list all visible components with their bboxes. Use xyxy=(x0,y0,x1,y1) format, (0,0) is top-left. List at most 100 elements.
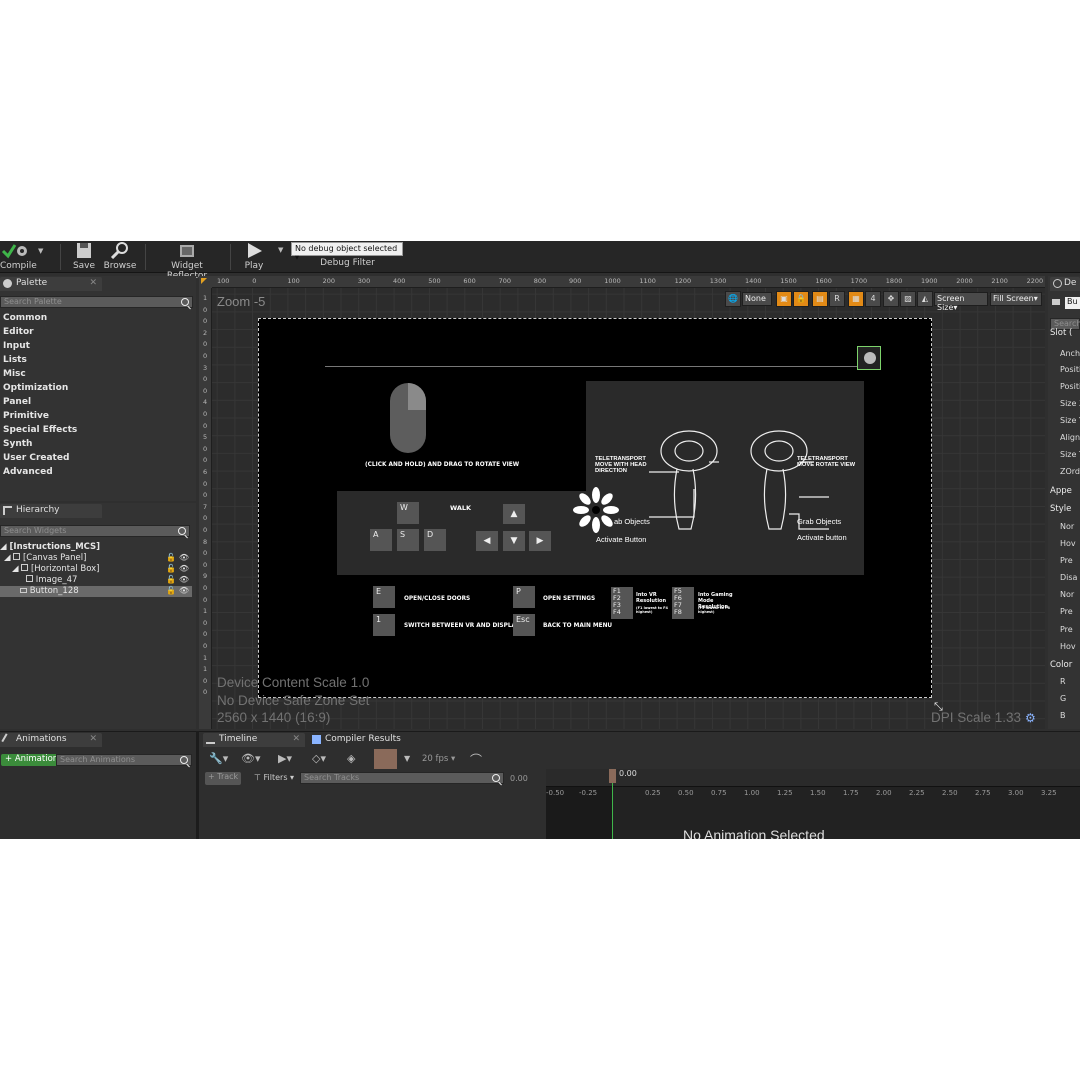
lock-eye-icons[interactable]: 🔓 👁 xyxy=(166,586,189,595)
close-icon[interactable]: ✕ xyxy=(292,734,300,744)
close-icon[interactable]: ✕ xyxy=(89,734,97,744)
details-property-row[interactable]: Nor xyxy=(1060,522,1074,531)
filters-button[interactable]: ⊤ Filters ▾ xyxy=(254,773,294,782)
splitter[interactable] xyxy=(196,731,199,839)
play-dropdown-icon[interactable]: ▼ xyxy=(278,246,283,254)
chevron-down-icon[interactable]: ▼ xyxy=(404,754,410,763)
browse-button[interactable]: Browse xyxy=(103,241,137,273)
chevron-down-icon: ▾ xyxy=(295,253,300,262)
details-property-row[interactable]: Size X xyxy=(1060,399,1080,408)
respect-locks-button[interactable]: R xyxy=(829,291,845,307)
lock-eye-icons[interactable]: 🔓 👁 xyxy=(166,575,189,584)
fps-select[interactable]: 20 fps ▾ xyxy=(422,754,455,764)
details-property-row[interactable]: Positi xyxy=(1060,365,1080,374)
compile-button[interactable]: Compile xyxy=(0,241,37,273)
palette-item-special-effects[interactable]: Special Effects xyxy=(3,425,77,435)
save-button[interactable]: Save xyxy=(70,241,98,273)
palette-item-common[interactable]: Common xyxy=(3,313,47,323)
details-property-row[interactable]: Ancho xyxy=(1060,349,1080,358)
tree-item-root[interactable]: ◢ [Instructions_MCS] xyxy=(0,542,192,553)
dpi-settings-gear-icon[interactable]: ⚙ xyxy=(1025,711,1036,725)
tab-details[interactable]: De xyxy=(1050,277,1080,291)
grid-size-button[interactable]: 4 xyxy=(865,291,881,307)
hierarchy-search-input[interactable]: Search Widgets xyxy=(0,525,190,537)
palette-item-optimization[interactable]: Optimization xyxy=(3,383,68,393)
details-property-row[interactable]: R xyxy=(1060,677,1066,686)
eye-icon[interactable]: 👁▾ xyxy=(241,752,261,765)
details-section-header[interactable]: Color xyxy=(1050,660,1072,670)
palette-item-editor[interactable]: Editor xyxy=(3,327,34,337)
grid-toggle-icon[interactable]: ▦ xyxy=(848,291,864,307)
details-property-row[interactable]: Size T xyxy=(1060,450,1080,459)
tab-timeline[interactable]: Timeline ✕ xyxy=(203,733,305,747)
play-button[interactable]: Play xyxy=(238,241,270,273)
globe-icon[interactable]: 🌐 xyxy=(725,291,741,307)
add-track-button[interactable]: + Track xyxy=(205,772,242,785)
lock-icon[interactable]: 🔒 xyxy=(793,291,809,307)
outline-icon[interactable]: ▤ xyxy=(812,291,828,307)
curve-editor-icon[interactable]: ⌒ xyxy=(470,751,482,768)
resize-handle-icon[interactable]: ⤡ xyxy=(934,700,943,714)
tree-item-canvas-panel[interactable]: ◢ [Canvas Panel] 🔓 👁 xyxy=(0,553,192,564)
move-icon[interactable]: ✥ xyxy=(883,291,899,307)
tab-palette[interactable]: Palette ✕ xyxy=(0,277,102,291)
tab-hierarchy[interactable]: Hierarchy xyxy=(0,504,102,518)
details-property-row[interactable]: Pre xyxy=(1060,625,1073,634)
tree-item-image[interactable]: Image_47 🔓 👁 xyxy=(0,575,192,586)
details-section-header[interactable]: Slot ( xyxy=(1050,328,1072,338)
animations-search-input[interactable]: Search Animations xyxy=(56,754,192,766)
palette-item-misc[interactable]: Misc xyxy=(3,369,26,379)
details-property-row[interactable]: Size Y xyxy=(1060,416,1080,425)
details-property-row[interactable]: Nor xyxy=(1060,590,1074,599)
widget-reflector-button[interactable]: Widget Reflector xyxy=(152,241,222,281)
snap-toggle-icon[interactable]: ▣ xyxy=(776,291,792,307)
details-property-row[interactable]: Positi xyxy=(1060,382,1080,391)
details-property-row[interactable]: Pre xyxy=(1060,556,1073,565)
close-icon[interactable]: ✕ xyxy=(89,278,97,288)
palette-item-advanced[interactable]: Advanced xyxy=(3,467,53,477)
details-section-header[interactable]: Style xyxy=(1050,504,1071,514)
selected-button-widget[interactable] xyxy=(857,346,881,370)
lock-eye-icons[interactable]: 🔓 👁 xyxy=(166,553,189,562)
key-icon[interactable]: ◇▾ xyxy=(312,752,326,765)
compile-dropdown-icon[interactable]: ▼ xyxy=(38,247,43,255)
widget-name-input[interactable]: Bu xyxy=(1065,297,1080,309)
search-tracks-input[interactable]: Search Tracks xyxy=(300,772,504,784)
play-options-icon[interactable]: ▶▾ xyxy=(278,752,292,765)
details-property-row[interactable]: Hov xyxy=(1060,539,1076,548)
palette-search-input[interactable]: Search Palette xyxy=(0,296,193,308)
details-property-row[interactable]: B xyxy=(1060,711,1066,720)
tree-item-button-selected[interactable]: Button_128 🔓 👁 xyxy=(0,586,192,597)
details-property-row[interactable]: Disa xyxy=(1060,573,1077,582)
image-preview-icon[interactable]: ▨ xyxy=(900,291,916,307)
details-property-row[interactable]: G xyxy=(1060,694,1066,703)
palette-item-lists[interactable]: Lists xyxy=(3,355,27,365)
palette-item-input[interactable]: Input xyxy=(3,341,30,351)
widget-canvas[interactable]: (CLICK AND HOLD) AND DRAG TO ROTATE VIEW… xyxy=(258,318,932,698)
tab-animations[interactable]: Animations ✕ xyxy=(0,733,102,747)
tab-compiler-results[interactable]: Compiler Results xyxy=(309,733,411,747)
lock-eye-icons[interactable]: 🔓 👁 xyxy=(166,564,189,573)
palette-item-user-created[interactable]: User Created xyxy=(3,453,69,463)
wrench-icon[interactable]: 🔧▾ xyxy=(209,752,228,765)
tree-item-label: Button_128 xyxy=(29,586,79,596)
palette-item-panel[interactable]: Panel xyxy=(3,397,31,407)
flip-icon[interactable]: ◭ xyxy=(917,291,933,307)
palette-item-primitive[interactable]: Primitive xyxy=(3,411,49,421)
palette-item-synth[interactable]: Synth xyxy=(3,439,32,449)
screen-size-select[interactable]: Screen Size▾ xyxy=(934,292,988,312)
record-toggle-icon[interactable] xyxy=(374,749,397,769)
debug-object-select[interactable]: No debug object selected ▾ xyxy=(291,242,403,262)
playhead-handle[interactable] xyxy=(609,769,616,783)
details-property-row[interactable]: Pre xyxy=(1060,607,1073,616)
tree-item-horizontal-box[interactable]: ◢ [Horizontal Box] 🔓 👁 xyxy=(0,564,192,575)
details-property-row[interactable]: Hov xyxy=(1060,642,1076,651)
add-animation-button[interactable]: + Animation xyxy=(1,754,63,766)
grid-snap-select[interactable]: None xyxy=(742,292,772,306)
details-property-row[interactable]: Align xyxy=(1060,433,1080,442)
auto-key-icon[interactable]: ◈ xyxy=(347,752,355,765)
details-property-row[interactable]: ZOrde xyxy=(1060,467,1080,476)
details-section-header[interactable]: Appe xyxy=(1050,486,1072,496)
fill-screen-select[interactable]: Fill Screen▾ xyxy=(990,292,1042,306)
current-time-value[interactable]: 0.00 xyxy=(510,774,528,783)
